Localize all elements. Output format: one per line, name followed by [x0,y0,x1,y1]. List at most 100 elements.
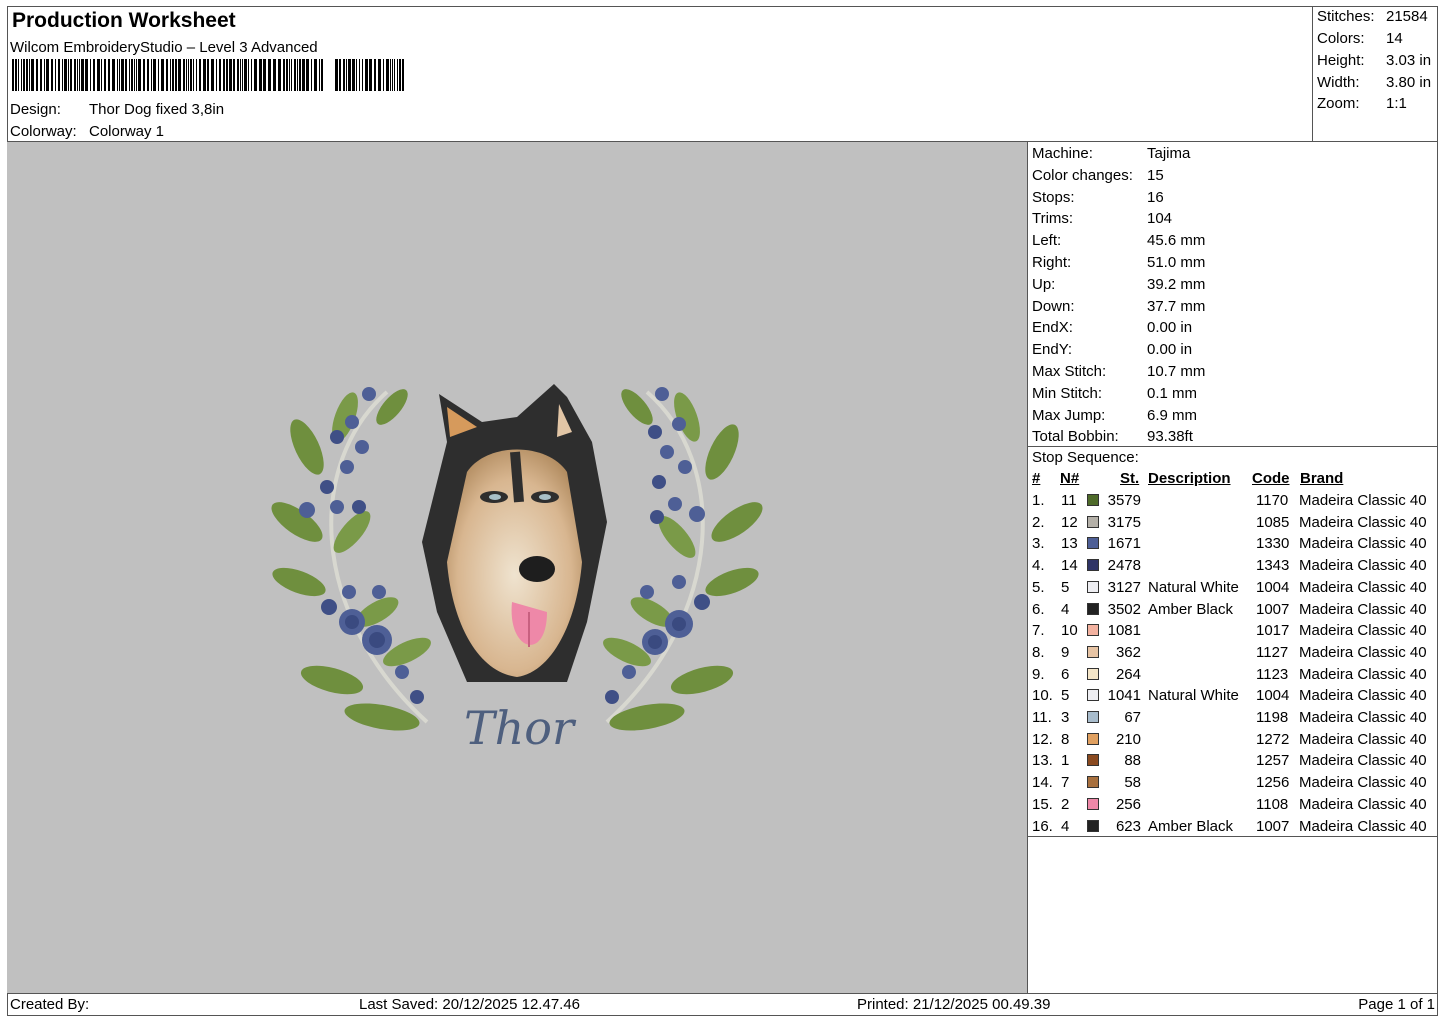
row-brand: Madeira Classic 40 [1299,752,1427,770]
row-number: 4. [1032,557,1045,575]
row-brand: Madeira Classic 40 [1299,535,1427,553]
row-needle: 2 [1061,795,1070,813]
colorway-value: Colorway 1 [89,123,165,140]
machine-info-row: EndY: 0.00 in [1032,341,1192,358]
col-n: N# [1060,470,1080,487]
color-swatch [1087,776,1099,789]
table-row: 12. 8 210 1272 Madeira Classic 40 [1028,729,1438,751]
color-swatch [1087,689,1099,702]
machine-info-row: Up: 39.2 mm [1032,276,1205,293]
col-description: Description [1148,470,1231,487]
row-stitches: 1671 [1107,535,1141,553]
machine-info-label: Up: [1032,275,1056,293]
row-code: 1343 [1256,557,1290,575]
color-swatch [1087,602,1099,615]
husky-head [422,384,607,682]
stat-height: Height: 3.03 in [1317,52,1432,69]
row-needle: 3 [1061,709,1070,726]
page-number: Page 1 of 1 [1358,996,1435,1013]
row-brand: Madeira Classic 40 [1299,774,1427,792]
created-by: Created By: [10,996,90,1013]
row-stitches: 256 [1115,795,1141,813]
row-needle: 4 [1061,600,1070,618]
row-brand: Madeira Classic 40 [1299,492,1427,509]
machine-info-row: Color changes: 15 [1032,167,1164,184]
right-wreath [603,387,763,731]
design-row: Design: Thor Dog fixed 3,8in [10,101,224,118]
embroidery-artwork: Thor [271,384,763,755]
color-swatch [1087,754,1099,767]
row-code: 1004 [1256,687,1290,705]
worksheet-footer: Created By: Last Saved: 20/12/2025 12.47… [7,993,1438,1016]
machine-info-row: Trims: 104 [1032,210,1172,227]
color-swatch [1087,732,1099,745]
row-brand: Madeira Classic 40 [1299,665,1427,683]
color-swatch [1087,711,1099,723]
design-value: Thor Dog fixed 3,8in [89,101,225,118]
table-row: 2. 12 3175 1085 Madeira Classic 40 [1028,512,1438,534]
machine-info-value: 45.6 mm [1147,232,1206,250]
row-stitches: 3127 [1107,578,1141,596]
row-number: 11. [1032,709,1052,726]
row-needle: 7 [1061,774,1070,792]
row-code: 1007 [1256,817,1290,835]
row-needle: 9 [1061,643,1070,661]
row-brand: Madeira Classic 40 [1299,557,1427,575]
row-number: 16. [1032,817,1053,835]
row-code: 1108 [1256,795,1289,813]
row-number: 13. [1032,752,1053,770]
color-swatch [1087,515,1099,528]
machine-info-value: 51.0 mm [1147,254,1206,271]
row-number: 12. [1032,730,1053,748]
machine-info-value: 93.38ft [1147,428,1193,446]
row-stitches: 1041 [1107,687,1141,705]
table-row: 5. 5 3127 Natural White 1004 Madeira Classic … [1028,577,1438,599]
table-row: 15. 2 256 1108 Madeira Classic 40 [1028,794,1438,816]
color-swatch [1087,797,1099,810]
row-stitches: 2478 [1107,557,1141,575]
row-code: 1256 [1256,774,1290,792]
machine-info-row: EndX: 0.00 in [1032,319,1192,336]
row-code: 1123 [1256,665,1289,683]
machine-info-row: Down: 37.7 mm [1032,298,1205,315]
last-saved: Last Saved: 20/12/2025 12.47.46 [359,996,581,1013]
worksheet-header: Production Worksheet Wilcom EmbroiderySt… [7,6,1313,142]
row-code: 1007 [1256,600,1290,618]
table-row: 11. 3 67 1198 Madeira Classic 40 [1028,707,1438,729]
design-label: Design: [10,101,61,118]
machine-info-row: Stops: 16 [1032,189,1164,206]
table-row: 14. 7 58 1256 Madeira Classic 40 [1028,772,1438,794]
row-code: 1017 [1256,622,1290,640]
row-stitches: 1081 [1107,622,1141,640]
machine-info-value: 0.1 mm [1147,384,1198,402]
table-row: 1. 11 3579 1170 Madeira Classic 40 [1028,490,1438,512]
row-needle: 10 [1061,622,1078,640]
row-number: 14. [1032,774,1053,792]
design-preview: Thor [7,142,1028,993]
row-number: 8. [1032,643,1045,661]
color-swatch [1087,667,1099,680]
stat-width: Width: 3.80 in [1317,74,1432,91]
page-title: Production Worksheet [12,9,236,32]
machine-info-label: Machine: [1032,145,1093,162]
machine-info-label: Left: [1032,232,1062,250]
machine-info-row: Machine: Tajima [1032,145,1190,162]
color-swatch [1087,624,1099,637]
row-code: 1330 [1256,535,1290,553]
row-code: 1170 [1256,492,1289,509]
colorway-row: Colorway: Colorway 1 [10,123,164,140]
color-swatch [1087,559,1099,572]
row-code: 1085 [1256,513,1290,531]
row-needle: 12 [1061,513,1078,531]
table-row: 10. 5 1041 Natural White 1004 Madeira Classic… [1028,685,1438,707]
left-wreath [271,387,431,731]
row-brand: Madeira Classic 40 [1299,622,1427,640]
row-description: Amber Black [1148,817,1234,835]
printed-date: Printed: 21/12/2025 00.49.39 [857,996,1051,1013]
table-row: 7. 10 1081 1017 Madeira Classic 40 [1028,620,1438,642]
machine-info-value: 0.00 in [1147,341,1193,359]
row-number: 5. [1032,578,1045,596]
table-row: 13. 1 88 1257 Madeira Classic 40 [1028,750,1438,772]
stat-stitches: Stitches: 21584 [1317,8,1428,25]
color-swatch [1087,645,1099,658]
